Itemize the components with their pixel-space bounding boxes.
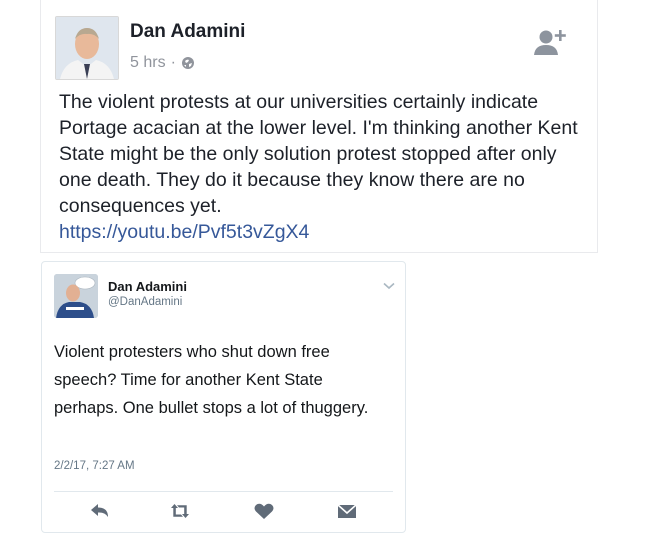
add-friend-icon[interactable] (532, 27, 568, 57)
post-text: The violent protests at our universities… (59, 91, 578, 217)
reply-icon[interactable] (89, 502, 111, 520)
post-meta: 5 hrs · (130, 54, 195, 72)
tweet-timestamp[interactable]: 2/2/17, 7:27 AM (54, 460, 135, 472)
embedded-tweet-card[interactable]: Dan Adamini @DanAdamini Violent proteste… (41, 261, 406, 533)
post-body: The violent protests at our universities… (59, 89, 589, 245)
meta-separator: · (170, 54, 176, 71)
tweet-text: Violent protesters who shut down free sp… (54, 343, 369, 417)
author-name[interactable]: Dan Adamini (130, 21, 245, 43)
retweet-icon[interactable] (169, 502, 191, 520)
like-icon[interactable] (253, 502, 275, 520)
author-photo (56, 17, 118, 79)
tweet-handle[interactable]: @DanAdamini (108, 296, 182, 308)
tweet-author-photo (54, 274, 98, 318)
globe-icon[interactable] (181, 56, 195, 70)
message-icon[interactable] (336, 502, 358, 520)
chevron-down-icon[interactable] (383, 282, 395, 290)
tweet-display-name[interactable]: Dan Adamini (108, 279, 187, 294)
youtube-link[interactable]: https://youtu.be/Pvf5t3vZgX4 (59, 219, 589, 245)
tweet-avatar[interactable] (54, 274, 98, 318)
tweet-divider (54, 491, 393, 492)
post-timestamp[interactable]: 5 hrs (130, 54, 166, 72)
author-avatar[interactable] (55, 16, 119, 80)
